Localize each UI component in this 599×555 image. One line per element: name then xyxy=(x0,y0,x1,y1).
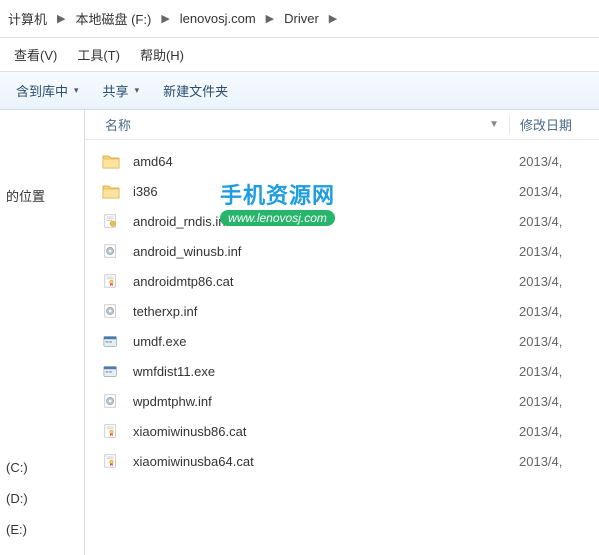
toolbar: 含到库中 共享 新建文件夹 xyxy=(0,72,599,110)
gear-icon xyxy=(99,241,123,261)
file-row[interactable]: android_rndis.inf2013/4, xyxy=(85,206,599,236)
file-list: amd642013/4,i3862013/4,android_rndis.inf… xyxy=(85,140,599,476)
share-button[interactable]: 共享 xyxy=(91,75,152,106)
file-row[interactable]: androidmtp86.cat2013/4, xyxy=(85,266,599,296)
file-date: 2013/4, xyxy=(509,154,599,169)
file-name: xiaomiwinusba64.cat xyxy=(133,454,509,469)
file-row[interactable]: android_winusb.inf2013/4, xyxy=(85,236,599,266)
file-row[interactable]: amd642013/4, xyxy=(85,146,599,176)
crumb-computer[interactable]: 计算机 xyxy=(4,9,51,28)
cat-icon xyxy=(99,421,123,441)
menu-view[interactable]: 查看(V) xyxy=(4,41,67,68)
sidebar-drive-d[interactable]: (D:) xyxy=(4,483,30,514)
file-row[interactable]: wmfdist11.exe2013/4, xyxy=(85,356,599,386)
file-date: 2013/4, xyxy=(509,454,599,469)
file-row[interactable]: wpdmtphw.inf2013/4, xyxy=(85,386,599,416)
chevron-right-icon[interactable]: ▶ xyxy=(323,12,343,25)
sidebar-location[interactable]: 的位置 xyxy=(4,178,80,213)
crumb-folder-1[interactable]: lenovosj.com xyxy=(176,11,260,26)
sidebar: 的位置 (C:) (D:) (E:) xyxy=(0,110,85,555)
file-list-area: 名称 ▼ 修改日期 amd642013/4,i3862013/4,android… xyxy=(85,110,599,555)
file-name: tetherxp.inf xyxy=(133,304,509,319)
file-row[interactable]: umdf.exe2013/4, xyxy=(85,326,599,356)
file-name: i386 xyxy=(133,184,509,199)
file-date: 2013/4, xyxy=(509,364,599,379)
file-date: 2013/4, xyxy=(509,274,599,289)
chevron-right-icon[interactable]: ▶ xyxy=(51,12,71,25)
file-date: 2013/4, xyxy=(509,244,599,259)
exe-icon xyxy=(99,361,123,381)
gear-icon xyxy=(99,301,123,321)
file-name: amd64 xyxy=(133,154,509,169)
file-name: xiaomiwinusb86.cat xyxy=(133,424,509,439)
file-name: android_winusb.inf xyxy=(133,244,509,259)
cat-icon xyxy=(99,451,123,471)
file-row[interactable]: i3862013/4, xyxy=(85,176,599,206)
column-name-header[interactable]: 名称 ▼ xyxy=(85,115,509,134)
new-folder-button[interactable]: 新建文件夹 xyxy=(151,75,240,106)
file-row[interactable]: xiaomiwinusb86.cat2013/4, xyxy=(85,416,599,446)
include-in-library-button[interactable]: 含到库中 xyxy=(4,75,91,106)
exe-icon xyxy=(99,331,123,351)
chevron-right-icon[interactable]: ▶ xyxy=(155,12,175,25)
file-date: 2013/4, xyxy=(509,394,599,409)
file-name: android_rndis.inf xyxy=(133,214,509,229)
inf-icon xyxy=(99,211,123,231)
sidebar-drive-e[interactable]: (E:) xyxy=(4,514,30,545)
file-name: wpdmtphw.inf xyxy=(133,394,509,409)
sidebar-drive-c[interactable]: (C:) xyxy=(4,452,30,483)
crumb-folder-2[interactable]: Driver xyxy=(280,11,323,26)
file-name: umdf.exe xyxy=(133,334,509,349)
folder-icon xyxy=(99,151,123,171)
cat-icon xyxy=(99,271,123,291)
file-date: 2013/4, xyxy=(509,334,599,349)
file-date: 2013/4, xyxy=(509,214,599,229)
file-date: 2013/4, xyxy=(509,424,599,439)
file-date: 2013/4, xyxy=(509,304,599,319)
sort-dropdown-icon: ▼ xyxy=(489,119,499,130)
file-row[interactable]: xiaomiwinusba64.cat2013/4, xyxy=(85,446,599,476)
column-name-label: 名称 xyxy=(105,115,131,134)
file-date: 2013/4, xyxy=(509,184,599,199)
menu-help[interactable]: 帮助(H) xyxy=(130,41,194,68)
gear-icon xyxy=(99,391,123,411)
file-name: wmfdist11.exe xyxy=(133,364,509,379)
breadcrumb: 计算机 ▶ 本地磁盘 (F:) ▶ lenovosj.com ▶ Driver … xyxy=(0,0,599,38)
file-name: androidmtp86.cat xyxy=(133,274,509,289)
menubar: 查看(V) 工具(T) 帮助(H) xyxy=(0,38,599,72)
crumb-drive[interactable]: 本地磁盘 (F:) xyxy=(71,9,155,28)
folder-icon xyxy=(99,181,123,201)
column-headers: 名称 ▼ 修改日期 xyxy=(85,110,599,140)
file-row[interactable]: tetherxp.inf2013/4, xyxy=(85,296,599,326)
menu-tools[interactable]: 工具(T) xyxy=(67,41,130,68)
chevron-right-icon[interactable]: ▶ xyxy=(260,12,280,25)
column-date-header[interactable]: 修改日期 xyxy=(509,115,599,134)
